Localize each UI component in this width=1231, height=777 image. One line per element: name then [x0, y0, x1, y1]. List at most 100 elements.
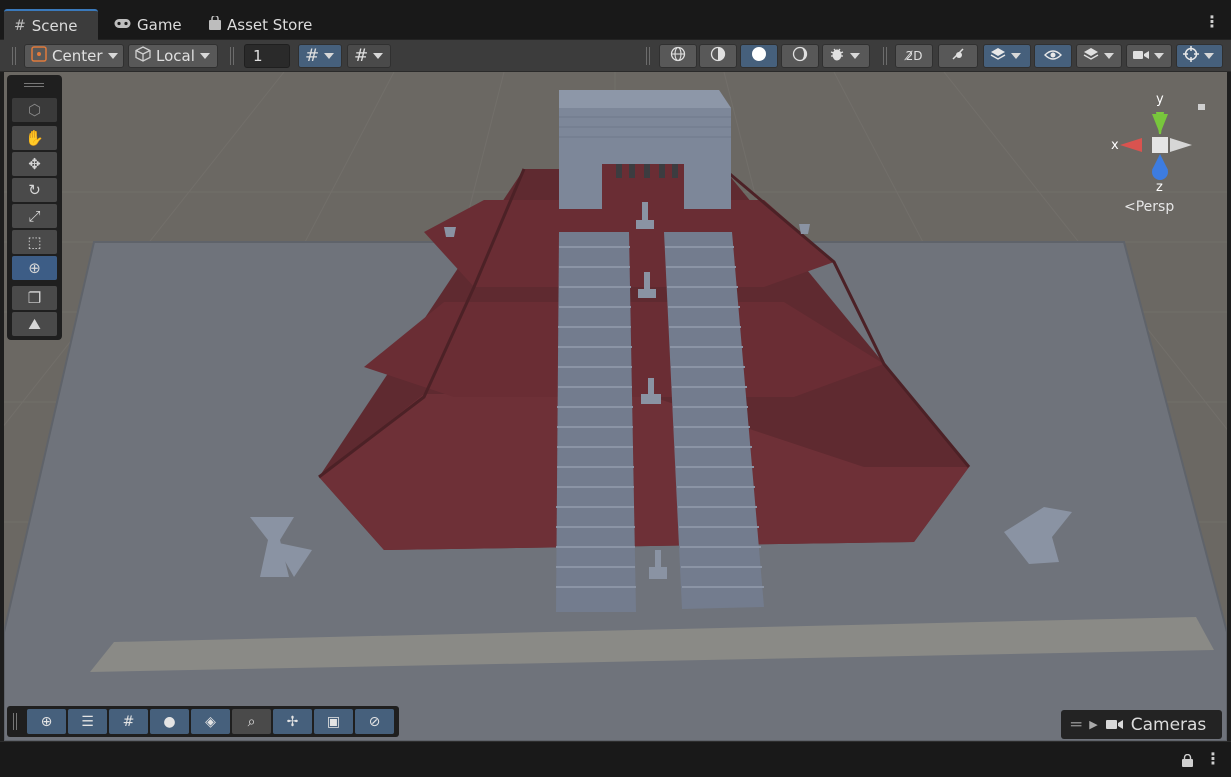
custom-tool-button[interactable]: ❐ — [12, 286, 57, 310]
view-cube-tool-button[interactable]: ⬡ — [12, 98, 57, 122]
rect-transform-icon: ⬚ — [27, 233, 42, 251]
scene-viewport[interactable]: y x z — [4, 72, 1227, 741]
camera-view-icon: ▣ — [326, 713, 341, 730]
pivot-mode-dropdown[interactable]: Center — [24, 44, 124, 68]
store-bag-icon — [209, 14, 221, 34]
grid-icon: # — [14, 17, 26, 34]
wireframe-draw-mode-button[interactable] — [659, 44, 697, 68]
grid-snap-value-field[interactable]: 1 — [244, 44, 290, 68]
toolbar-grip-icon[interactable] — [883, 47, 887, 65]
camera-icon — [1133, 47, 1149, 65]
chevron-down-icon — [324, 53, 335, 59]
2d-mode-toggle[interactable]: 2̸D — [895, 44, 933, 68]
chevron-down-icon — [1011, 53, 1021, 59]
2d-toggle-icon: 2̸D — [905, 49, 923, 63]
gizmo-center-cube-icon[interactable] — [1152, 137, 1168, 153]
draw-mode-overlay-button[interactable]: ● — [150, 709, 189, 734]
compass-icon: ⊘ — [368, 713, 381, 730]
pivot-rotation-label: Local — [156, 47, 195, 65]
camera-icon — [1105, 715, 1123, 735]
rotate-icon: ↻ — [28, 181, 41, 199]
scene-camera-dropdown[interactable] — [1126, 44, 1172, 68]
chevron-down-icon — [1204, 53, 1214, 59]
scale-tool-button[interactable]: ⤢ — [12, 204, 57, 228]
gizmo-x-label: x — [1111, 138, 1119, 153]
tab-asset-store-label: Asset Store — [227, 15, 313, 34]
tool-settings-button[interactable]: ☰ — [68, 709, 107, 734]
orientation-overlay-button[interactable]: ⊘ — [355, 709, 394, 734]
lock-icon[interactable] — [1182, 752, 1193, 771]
layers-icon: ◈ — [205, 713, 216, 730]
layers-effects-icon — [990, 46, 1006, 66]
gizmo-lock-icon[interactable] — [1198, 104, 1205, 110]
move-tool-button[interactable]: ✥ — [12, 152, 57, 176]
bottom-overlay-toolbar: ⊕ ☰ # ● ◈ ⌕ ✢ ▣ ⊘ — [7, 706, 399, 737]
camera-overlay-button[interactable]: ▣ — [314, 709, 353, 734]
overlay-grip-icon[interactable] — [13, 713, 17, 730]
layers-dropdown[interactable] — [1076, 44, 1122, 68]
tab-scene-label: Scene — [31, 16, 78, 35]
search-overlay-button[interactable]: ⌕ — [232, 709, 271, 734]
scene-visibility-toggle[interactable] — [1034, 44, 1072, 68]
grid-snap-icon: # — [122, 713, 135, 730]
gizmo-crosshair-icon — [1183, 46, 1199, 66]
pivot-rotation-dropdown[interactable]: Local — [128, 44, 218, 68]
cameras-overlay[interactable]: ═ ▶ Cameras — [1061, 710, 1222, 739]
search-icon: ⌕ — [247, 713, 256, 730]
transform-tool-button[interactable]: ⊕ — [12, 256, 57, 280]
shaded-draw-mode-button[interactable] — [740, 44, 778, 68]
grid-snapping-toggle[interactable]: # — [347, 44, 391, 68]
play-arrow-icon: ▶ — [1089, 718, 1098, 731]
rotate-tool-button[interactable]: ↻ — [12, 178, 57, 202]
layers-overlay-button[interactable]: ◈ — [191, 709, 230, 734]
pivot-center-icon — [31, 46, 47, 66]
cameras-label: Cameras — [1130, 714, 1207, 735]
custom-tool-cube-icon: ❐ — [27, 289, 42, 307]
pivot-mode-label: Center — [52, 47, 103, 65]
overlay-grip-icon[interactable]: ═ — [1071, 715, 1081, 735]
grid-visibility-toggle[interactable]: # — [298, 44, 342, 68]
gizmo-x-axis-icon[interactable] — [1120, 138, 1142, 152]
overlay-grip-icon[interactable] — [24, 83, 44, 87]
grid-snap-magnet-icon: # — [354, 46, 369, 66]
toolbar-grip-icon[interactable] — [646, 47, 650, 65]
crosshair-icon: ⊕ — [40, 713, 53, 730]
left-staircase — [556, 232, 636, 612]
tab-menu-kebab-icon[interactable]: ⋮ — [1204, 14, 1220, 30]
debug-draw-mode-dropdown[interactable] — [822, 44, 870, 68]
grid-snapping-overlay-button[interactable]: # — [109, 709, 148, 734]
bug-icon — [829, 46, 845, 66]
pivot-overlay-button[interactable]: ✢ — [273, 709, 312, 734]
shaded-wireframe-button[interactable] — [699, 44, 737, 68]
rect-tool-button[interactable]: ⬚ — [12, 230, 57, 254]
navigation-tool-button[interactable]: ⊕ — [27, 709, 66, 734]
scene-lighting-toggle[interactable] — [938, 44, 978, 68]
projection-toggle[interactable]: <Persp — [1124, 199, 1174, 215]
move-arrows-icon: ✥ — [28, 155, 41, 173]
gamepad-icon — [114, 17, 131, 33]
orientation-gizmo[interactable]: y x z — [1104, 92, 1214, 212]
gizmo-neg-x-axis-icon[interactable] — [1170, 138, 1192, 152]
unlit-draw-mode-button[interactable] — [781, 44, 819, 68]
tab-scene[interactable]: # Scene — [4, 9, 98, 40]
toolbar-grip-icon[interactable] — [12, 47, 16, 65]
terrain-icon: ⛰ — [28, 315, 41, 333]
hand-tool-button[interactable]: ✋ — [12, 126, 57, 150]
gizmo-y-label: y — [1156, 92, 1164, 107]
grid-toggle-icon: # — [305, 46, 320, 66]
unlit-moon-icon — [792, 46, 808, 66]
status-menu-kebab-icon[interactable]: ⋮ — [1205, 751, 1221, 767]
gizmo-z-label: z — [1156, 180, 1163, 195]
terrain-tool-button[interactable]: ⛰ — [12, 312, 57, 336]
tab-asset-store[interactable]: Asset Store — [199, 9, 324, 40]
chevron-down-icon — [107, 53, 118, 59]
scene-effects-dropdown[interactable] — [983, 44, 1031, 68]
eye-icon — [1044, 47, 1062, 65]
tab-game[interactable]: Game — [104, 9, 192, 40]
projection-label: Persp — [1135, 199, 1175, 215]
transform-crosshair-icon: ⊕ — [28, 259, 41, 277]
shaded-sphere-icon — [751, 46, 767, 66]
toolbar-grip-icon[interactable] — [230, 47, 234, 65]
gizmos-dropdown[interactable] — [1176, 44, 1223, 68]
chevron-down-icon — [1154, 53, 1164, 59]
